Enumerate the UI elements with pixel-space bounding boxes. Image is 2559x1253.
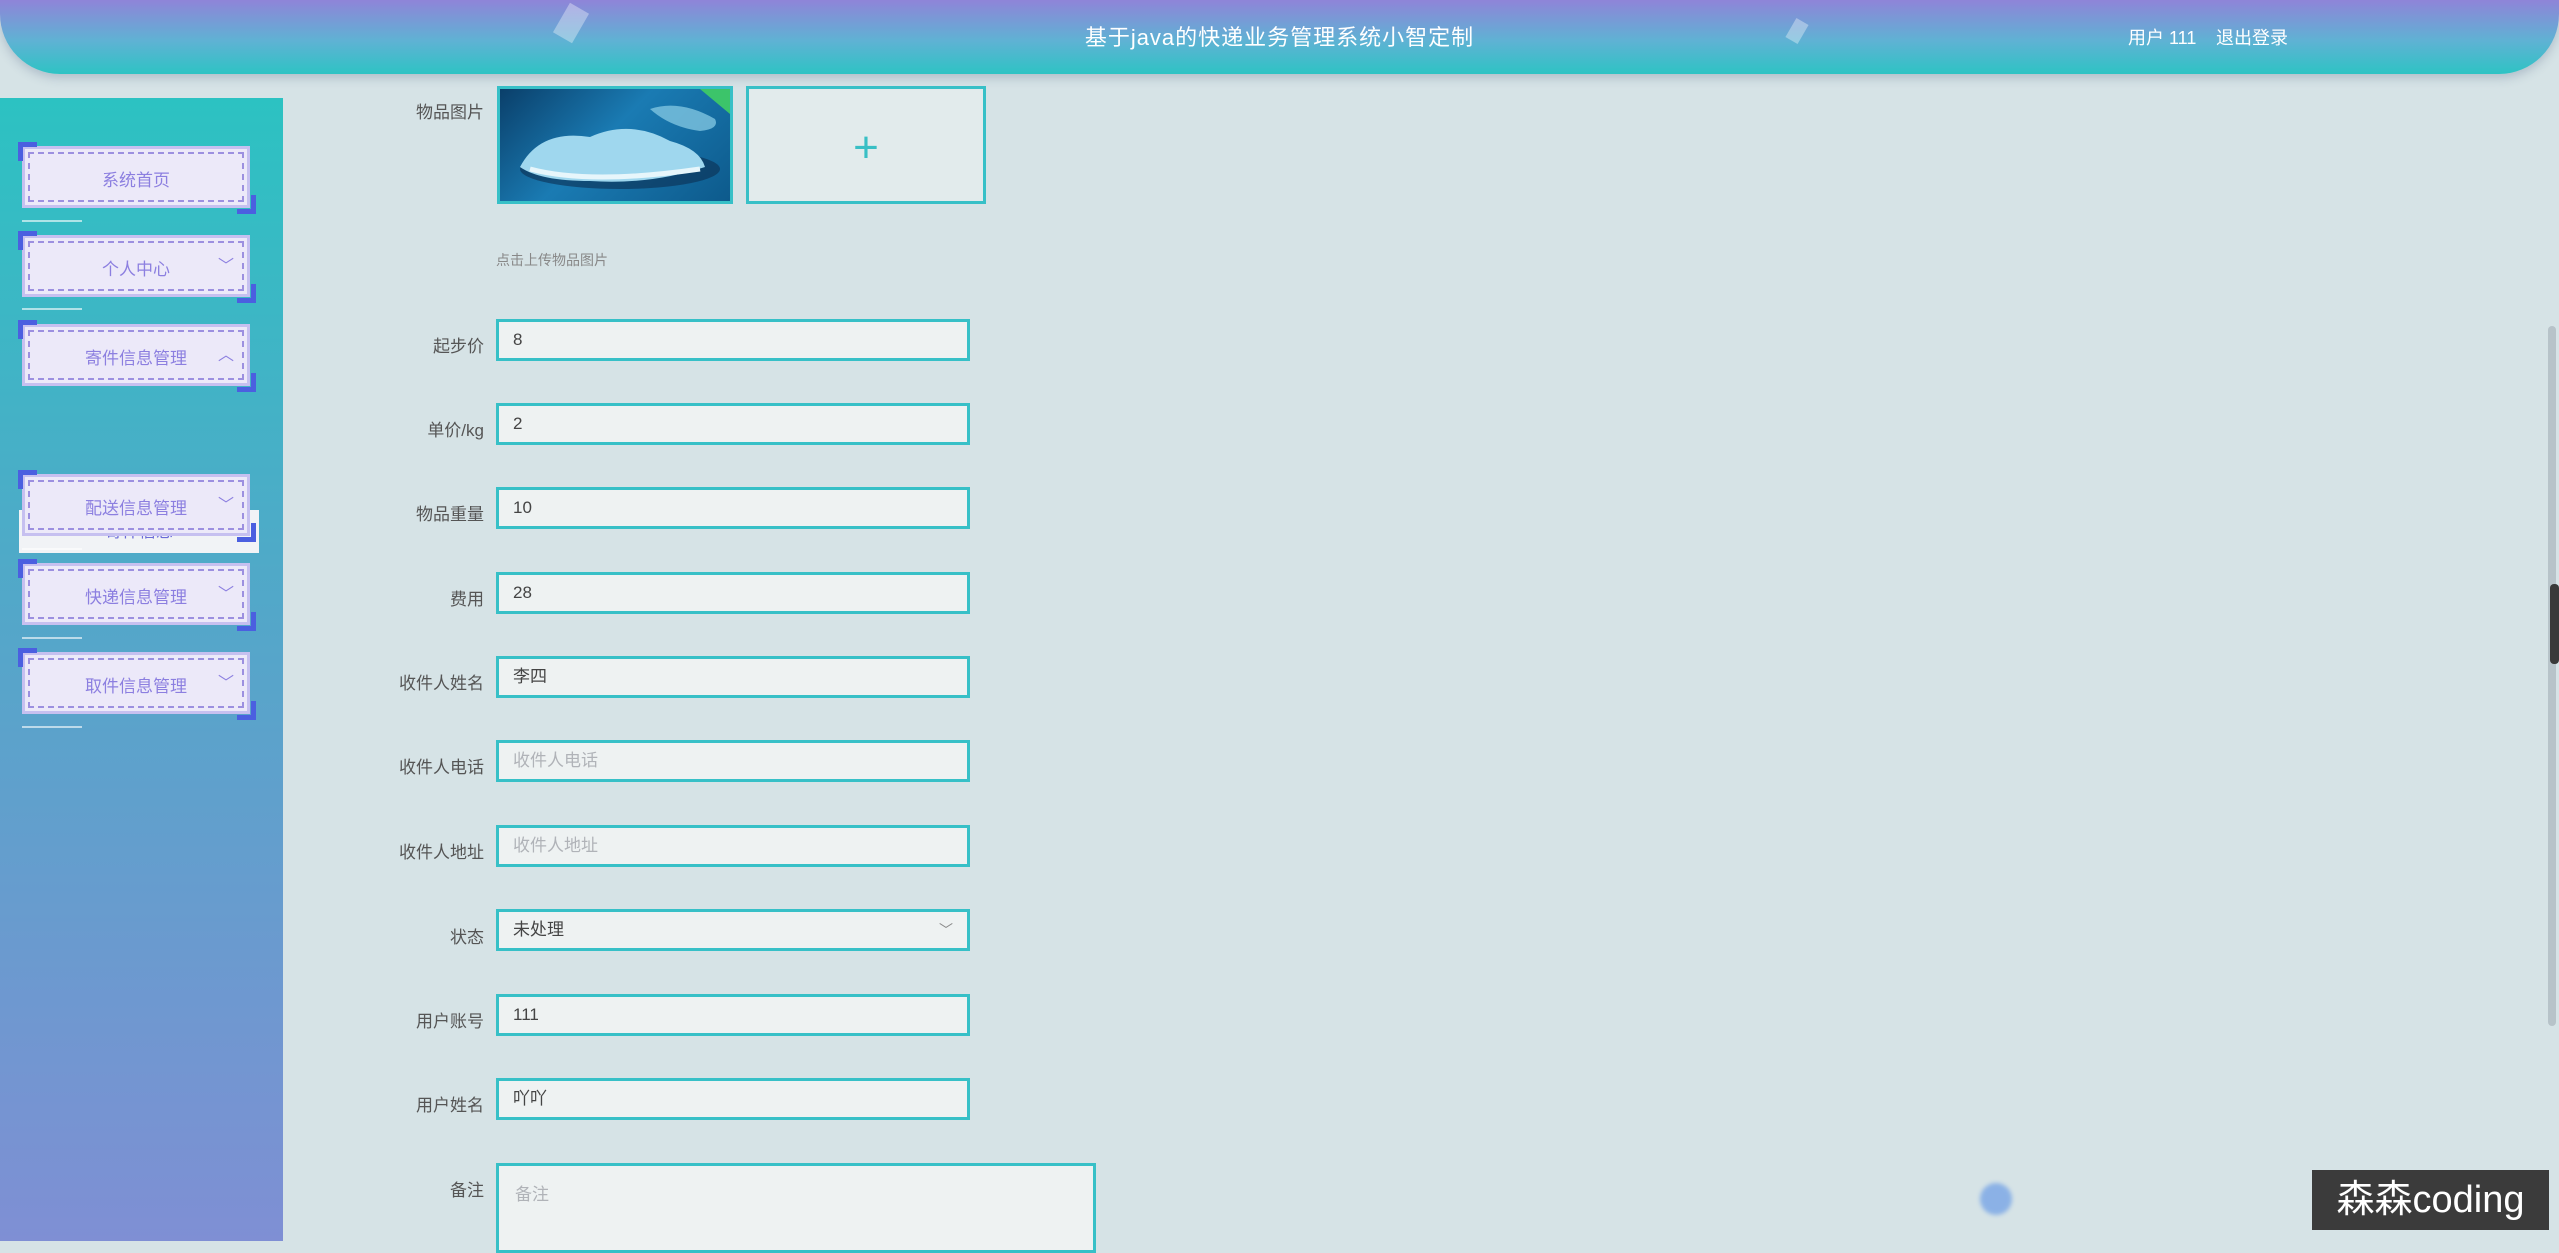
sidebar-item-profile[interactable]: 个人中心 ﹀ <box>18 231 256 303</box>
field-label: 备注 <box>450 1181 484 1200</box>
upload-hint: 点击上传物品图片 <box>496 252 608 268</box>
chevron-up-icon: ︿ <box>217 347 234 364</box>
current-user: 用户 111 <box>2128 28 2197 48</box>
field-label: 物品重量 <box>416 505 484 524</box>
field-label: 用户姓名 <box>416 1096 484 1115</box>
chevron-down-icon: ﹀ <box>217 586 234 603</box>
starting-price-input[interactable]: 8 <box>496 319 970 361</box>
recipient-name-input[interactable]: 李四 <box>496 656 970 698</box>
item-weight-input[interactable]: 10 <box>496 487 970 529</box>
field-label: 收件人姓名 <box>399 674 484 693</box>
sidebar-item-label: 取件信息管理 <box>85 677 187 696</box>
divider <box>22 220 82 222</box>
sidebar-item-label: 配送信息管理 <box>85 499 187 518</box>
sidebar-item-label: 个人中心 <box>102 260 170 279</box>
blurred-overlay <box>1980 1183 2280 1221</box>
plus-icon: + <box>853 123 879 172</box>
logout-link[interactable]: 退出登录 <box>2216 24 2288 50</box>
sidebar-item-pickup-info-management[interactable]: 取件信息管理 ﹀ <box>18 648 256 720</box>
sidebar-item-home[interactable]: 系统首页 <box>18 142 256 214</box>
item-image-thumbnail[interactable] <box>497 86 733 204</box>
field-label: 收件人电话 <box>399 758 484 777</box>
sidebar: 系统首页 个人中心 ﹀ 寄件信息管理 ︿ 寄件信息 配送信息管理 ﹀ 快递信息管… <box>0 98 283 1241</box>
image-label: 物品图片 <box>416 103 484 122</box>
field-label: 收件人地址 <box>399 843 484 862</box>
user-name-input[interactable]: 吖吖 <box>496 1078 970 1120</box>
sidebar-item-label: 系统首页 <box>102 171 170 190</box>
notes-textarea[interactable]: 备注 <box>496 1163 1096 1253</box>
chevron-down-icon: ﹀ <box>217 497 234 514</box>
recipient-address-input[interactable]: 收件人地址 <box>496 825 970 867</box>
sidebar-item-label: 快递信息管理 <box>85 588 187 607</box>
field-label: 单价/kg <box>427 421 484 440</box>
sidebar-item-label: 寄件信息管理 <box>85 349 187 368</box>
status-select-value: 未处理 <box>513 920 564 939</box>
top-header: 基于java的快递业务管理系统小智定制 用户 111 退出登录 <box>0 0 2559 74</box>
fee-input[interactable]: 28 <box>496 572 970 614</box>
watermark: 森森coding <box>2312 1170 2549 1230</box>
field-label: 状态 <box>450 928 484 947</box>
page-scrollbar[interactable] <box>2548 326 2556 1026</box>
sneaker-image <box>520 89 730 189</box>
field-label: 费用 <box>450 590 484 609</box>
sidebar-item-send-info-management[interactable]: 寄件信息管理 ︿ <box>18 320 256 392</box>
divider <box>22 548 82 550</box>
divider <box>22 308 82 310</box>
upload-image-button[interactable]: + <box>746 86 986 204</box>
chevron-down-icon: ﹀ <box>939 922 953 938</box>
scrollbar-thumb[interactable] <box>2550 584 2559 664</box>
sidebar-item-express-info-management[interactable]: 快递信息管理 ﹀ <box>18 559 256 631</box>
status-select[interactable]: 未处理 ﹀ <box>496 909 970 951</box>
field-label: 起步价 <box>433 337 484 356</box>
sidebar-item-delivery-info-management[interactable]: 配送信息管理 ﹀ <box>18 470 256 542</box>
divider <box>22 726 82 728</box>
field-label: 用户账号 <box>416 1012 484 1031</box>
divider <box>22 637 82 639</box>
recipient-phone-input[interactable]: 收件人电话 <box>496 740 970 782</box>
unit-price-input[interactable]: 2 <box>496 403 970 445</box>
user-account-input[interactable]: 111 <box>496 994 970 1036</box>
chevron-down-icon: ﹀ <box>217 258 234 275</box>
chevron-down-icon: ﹀ <box>217 675 234 692</box>
